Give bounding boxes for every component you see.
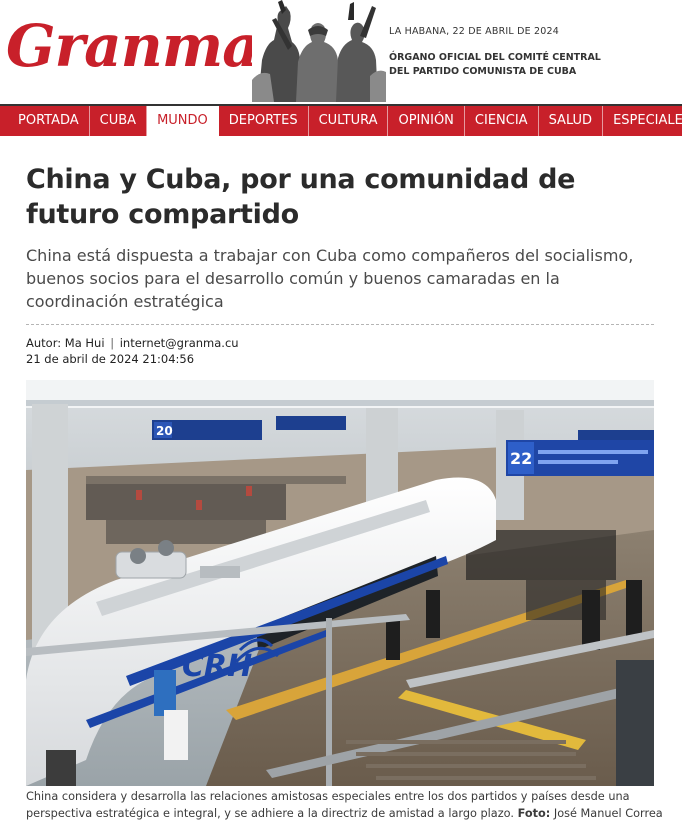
author-email[interactable]: internet@granma.cu	[120, 336, 239, 350]
revolutionary-figures-illustration	[252, 0, 386, 102]
nav-item-opinion[interactable]: OPINIÓN	[388, 106, 465, 136]
platform-sign-22: 22	[510, 449, 532, 468]
organ-line-2: DEL PARTIDO COMUNISTA DE CUBA	[389, 66, 577, 77]
article-datetime: 21 de abril de 2024 21:04:56	[26, 352, 195, 366]
train-crh-logo: CRH	[182, 649, 252, 684]
nav-item-ciencia[interactable]: CIENCIA	[465, 106, 539, 136]
platform-sign-20: 20	[156, 424, 173, 438]
photo-credit-label: Foto:	[517, 807, 551, 820]
photo-caption: China considera y desarrolla las relacio…	[26, 788, 678, 822]
organ-line-1: ÓRGANO OFICIAL DEL COMITÉ CENTRAL	[389, 52, 601, 63]
article-headline: China y Cuba, por una comunidad de futur…	[26, 164, 576, 230]
masthead: Granma LA HABANA, 22 DE ABRIL DE 2024 ÓR…	[0, 0, 682, 104]
granma-logo[interactable]: Granma	[6, 10, 260, 82]
nav-item-deportes[interactable]: DEPORTES	[219, 106, 309, 136]
nav-item-cultura[interactable]: CULTURA	[309, 106, 389, 136]
header-organ-description: ÓRGANO OFICIAL DEL COMITÉ CENTRAL DEL PA…	[389, 51, 679, 79]
photo-credit: José Manuel Correa	[553, 807, 663, 820]
article-byline: Autor: Ma Hui | internet@granma.cu 21 de…	[26, 335, 656, 367]
main-navigation: PORTADA CUBA MUNDO DEPORTES CULTURA OPIN…	[0, 104, 682, 136]
byline-separator: |	[110, 336, 115, 350]
nav-item-mundo[interactable]: MUNDO	[147, 106, 219, 136]
nav-item-salud[interactable]: SALUD	[539, 106, 604, 136]
train-station-photo: 20 22 CRH	[26, 380, 654, 786]
divider	[26, 324, 654, 325]
nav-item-especiales[interactable]: ESPECIALES	[603, 106, 682, 136]
nav-item-portada[interactable]: PORTADA	[0, 106, 90, 136]
article-summary: China está dispuesta a trabajar con Cuba…	[26, 246, 634, 311]
header-date: LA HABANA, 22 DE ABRIL DE 2024	[389, 26, 560, 37]
author-label: Autor:	[26, 336, 62, 350]
article-photo[interactable]: 20 22 CRH	[26, 380, 654, 786]
author-line: Autor: Ma Hui | internet@granma.cu	[26, 335, 656, 351]
article: China y Cuba, por una comunidad de futur…	[26, 162, 656, 367]
author-name[interactable]: Ma Hui	[65, 336, 105, 350]
nav-item-cuba[interactable]: CUBA	[90, 106, 148, 136]
